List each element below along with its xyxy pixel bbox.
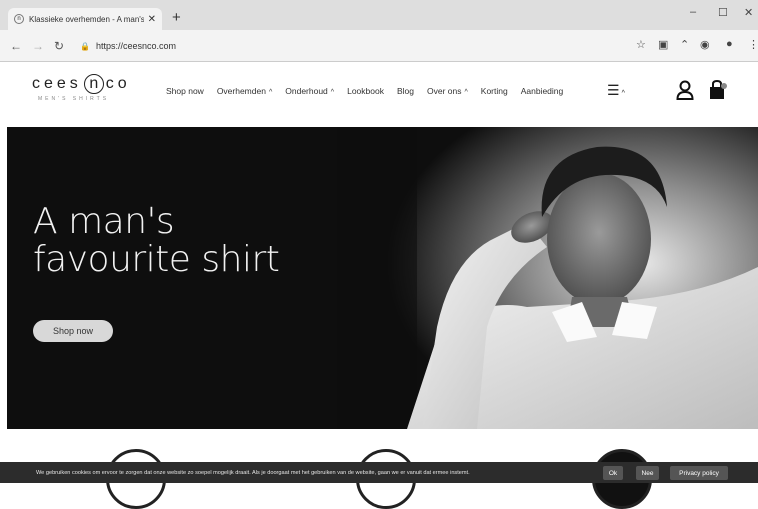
chevron-up-icon: ^ [330,89,335,96]
window-minimize-button[interactable]: – [690,6,696,18]
site-logo[interactable]: cees n co MEN'S SHIRTS [32,74,131,102]
url-text: https://ceesnco.com [95,41,177,51]
menu-item-blog[interactable]: Blog [397,86,414,96]
browser-toolbar: ← → ↻ 🔒 https://ceesnco.com ☆ ▣ ⌃ ◉ ● ⋮ [0,30,758,62]
back-arrow-icon[interactable]: ← [10,39,22,53]
browser-menu-icon[interactable]: ⋮ [748,38,758,51]
extension-arrow-icon[interactable]: ⌃ [680,38,689,51]
browser-tab-strip: n Klassieke overhemden - A man's ✕ + – ☐… [0,0,758,30]
cookie-ok-button[interactable]: Ok [603,466,623,480]
chevron-up-icon: ^ [268,89,273,96]
lock-icon: 🔒 [80,41,90,51]
hero-banner: A man's favourite shirt Shop now [7,127,758,429]
menu-item-overhemden[interactable]: Overhemden ^ [217,86,272,96]
menu-item-onderhoud[interactable]: Onderhoud ^ [285,86,334,96]
menu-item-label: Korting [480,86,508,96]
reload-icon[interactable]: ↻ [54,39,64,53]
window-maximize-button[interactable]: ☐ [718,6,728,19]
chevron-up-icon: ^ [464,89,468,96]
logo-n-circle: n [83,74,104,94]
cookie-message: We gebruiken cookies om ervoor te zorgen… [36,469,470,476]
more-menu-icon[interactable]: ☰ ^ [607,82,625,99]
address-bar[interactable]: 🔒 https://ceesnco.com [80,35,620,57]
privacy-policy-button[interactable]: Privacy policy [670,466,728,480]
tab-title: Klassieke overhemden - A man's [29,14,144,24]
menu-item-shop-now[interactable]: Shop now [166,86,204,96]
logo-text-right: co [105,75,131,92]
extension-circle-icon[interactable]: ◉ [700,38,710,51]
logo-tagline: MEN'S SHIRTS [38,96,110,102]
site-favicon-icon: n [14,14,24,24]
browser-tab[interactable]: n Klassieke overhemden - A man's ✕ [8,8,162,30]
forward-arrow-icon[interactable]: → [32,39,44,53]
shopping-bag-icon[interactable] [709,80,727,100]
extension-icon[interactable]: ▣ [658,38,668,51]
site-header: cees n co MEN'S SHIRTS Shop now Overhemden… [0,62,758,122]
tab-close-icon[interactable]: ✕ [148,14,156,25]
window-close-button[interactable]: ✕ [744,6,753,19]
menu-item-label: Over ons [426,86,462,96]
menu-item-korting[interactable]: Korting [481,86,508,96]
logo-text-left: cees [32,75,82,92]
menu-item-label: Onderhoud [285,86,328,96]
main-menu: Shop now Overhemden ^ Onderhoud ^ Lookbook… [166,86,576,96]
menu-item-label: Lookbook [347,86,384,96]
new-tab-button[interactable]: + [172,9,181,26]
menu-item-label: Aanbieding [520,86,564,96]
bookmark-star-icon[interactable]: ☆ [636,38,646,51]
hero-headline-line1: A man's [33,201,175,242]
menu-item-lookbook[interactable]: Lookbook [347,86,384,96]
cookie-banner: We gebruiken cookies om ervoor te zorgen… [0,462,758,483]
menu-item-label: Blog [396,86,414,96]
menu-item-aanbieding[interactable]: Aanbieding [521,86,564,96]
menu-item-label: Overhemden [216,86,266,96]
account-icon[interactable] [676,80,694,100]
hero-headline: A man's favourite shirt [33,201,280,280]
chevron-up-icon: ^ [621,90,625,97]
hero-headline-line2: favourite shirt [33,239,280,280]
cookie-decline-button[interactable]: Nee [636,466,659,480]
menu-item-label: Shop now [166,86,204,96]
menu-item-over-ons[interactable]: Over ons ^ [427,86,468,96]
profile-avatar-icon[interactable]: ● [726,38,733,50]
hero-shop-now-button[interactable]: Shop now [33,320,113,342]
